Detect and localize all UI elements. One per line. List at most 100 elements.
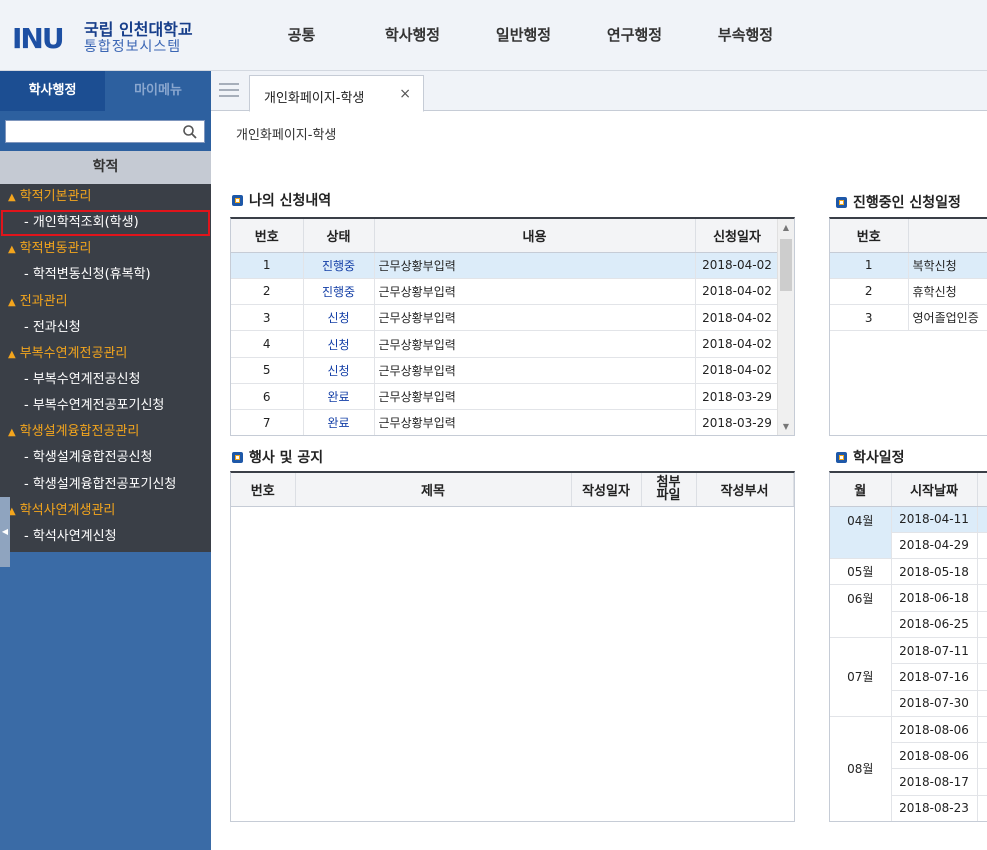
table-row[interactable]: 07월 2018-07-11: [830, 637, 987, 717]
sidebar-item-11[interactable]: - 학생설계융합전공포기신청: [0, 472, 211, 498]
bullet-icon: [232, 195, 243, 206]
sidebar-item-1[interactable]: - 개인학적조회(학생): [1, 210, 210, 237]
cell-number: 2: [830, 278, 909, 306]
table-row[interactable]: 1 진행중 근무상황부입력 2018-04-02: [231, 252, 780, 279]
col-header-number[interactable]: 번호: [231, 473, 296, 507]
sidebar-group-label: 학석사연계생관리: [19, 503, 116, 519]
scroll-up-icon[interactable]: ▲: [778, 221, 794, 235]
cell-name: 영어졸업인증: [908, 304, 987, 332]
academic-calendar-table: 월 시작날짜 04월 2018-04-11 2018-04-29 05월 2018-05…: [830, 473, 987, 821]
cell-status[interactable]: 진행중: [303, 252, 375, 279]
sidebar-search: [0, 111, 211, 151]
scroll-down-icon[interactable]: ▼: [778, 420, 794, 434]
cell-number: 3: [830, 304, 909, 332]
top-navigation: 공통 학사행정 일반행정 연구행정 부속행정: [246, 0, 801, 71]
cell-date: 2018-04-02: [695, 252, 780, 279]
triangle-up-icon: ▲: [8, 296, 16, 308]
cell-content: 근무상황부입력: [374, 409, 696, 435]
sidebar-item-7[interactable]: - 부복수연계전공신청: [0, 367, 211, 393]
sidebar-group-label: 부복수연계전공관리: [19, 345, 128, 361]
sidebar-group-12[interactable]: ▲ 학석사연계생관리: [0, 498, 211, 524]
cell-status[interactable]: 신청: [303, 304, 375, 332]
table-row[interactable]: 6 완료 근무상황부입력 2018-03-29: [231, 383, 780, 411]
cell-status[interactable]: 진행중: [303, 278, 375, 306]
sidebar-group-label: 전과관리: [19, 293, 68, 309]
sidebar-group-4[interactable]: ▲ 전과관리: [0, 289, 211, 315]
cell-start-date: 2018-08-06: [891, 716, 978, 744]
cell-date: 2018-03-29: [695, 409, 780, 435]
sidebar-item-10[interactable]: - 학생설계융합전공신청: [0, 445, 211, 471]
cell-status[interactable]: 신청: [303, 357, 375, 384]
table-row[interactable]: 05월 2018-05-18: [830, 558, 987, 586]
search-input[interactable]: [6, 121, 176, 142]
table-row[interactable]: 08월 2018-08-06: [830, 716, 987, 821]
col-header-start-date[interactable]: 시작날짜: [891, 473, 978, 507]
table-row[interactable]: 1 복학신청: [830, 252, 987, 279]
sidebar-tab-academic[interactable]: 학사행정: [0, 71, 105, 111]
cell-start-date: 2018-04-29: [891, 532, 978, 560]
nav-affiliated-admin[interactable]: 부속행정: [690, 0, 801, 71]
academic-calendar-panel: 월 시작날짜 04월 2018-04-11 2018-04-29 05월 2018-05…: [829, 471, 987, 822]
col-header-content[interactable]: 내용: [374, 219, 696, 253]
events-title: 행사 및 공지: [232, 447, 323, 467]
col-header-number[interactable]: 번호: [231, 219, 304, 253]
col-header-written-date[interactable]: 작성일자: [571, 473, 642, 507]
cell-date: 2018-04-02: [695, 304, 780, 332]
nav-research-admin[interactable]: 연구행정: [579, 0, 690, 71]
sidebar-item-5[interactable]: - 전과신청: [0, 315, 211, 341]
sidebar-tab-my-menu[interactable]: 마이메뉴: [105, 71, 211, 111]
table-row[interactable]: 7 완료 근무상황부입력 2018-03-29: [231, 409, 780, 435]
col-header-month[interactable]: 월: [830, 473, 892, 507]
col-header-name[interactable]: [908, 219, 987, 253]
tab-personal-page[interactable]: 개인화페이지-학생 ×: [249, 75, 424, 112]
col-header-number[interactable]: 번호: [830, 219, 909, 253]
cell-name: 휴학신청: [908, 278, 987, 306]
app-header: INU 국립 인천대학교 통합정보시스템 공통 학사행정 일반행정 연구행정 부…: [0, 0, 987, 71]
col-header-attachment[interactable]: 첨부 파일: [641, 473, 697, 507]
table-row[interactable]: 2 진행중 근무상황부입력 2018-04-02: [231, 278, 780, 306]
table-row[interactable]: 3 영어졸업인증: [830, 304, 987, 332]
cell-status[interactable]: 완료: [303, 409, 375, 435]
col-header-status[interactable]: 상태: [303, 219, 375, 253]
cell-number: 5: [231, 357, 304, 384]
col-header-title[interactable]: 제목: [295, 473, 572, 507]
table-row[interactable]: 04월 2018-04-11: [830, 506, 987, 560]
sidebar-group-2[interactable]: ▲ 학적변동관리: [0, 236, 211, 262]
sidebar-collapse-handle[interactable]: ◀: [0, 497, 10, 567]
search-box: [5, 120, 205, 143]
col-header-date[interactable]: 신청일자: [695, 219, 780, 253]
cell-status[interactable]: 신청: [303, 330, 375, 358]
sidebar-item-8[interactable]: - 부복수연계전공포기신청: [0, 393, 211, 419]
cell-name: 복학신청: [908, 252, 987, 279]
nav-common[interactable]: 공통: [246, 0, 357, 71]
sidebar-group-0[interactable]: ▲ 학적기본관리: [0, 184, 211, 210]
cell-number: 7: [231, 409, 304, 435]
close-icon[interactable]: ×: [399, 86, 411, 102]
table-row[interactable]: 06월 2018-06-18: [830, 584, 987, 638]
table-row[interactable]: 2 휴학신청: [830, 278, 987, 306]
nav-academic-admin[interactable]: 학사행정: [357, 0, 468, 71]
cell-date: 2018-03-29: [695, 383, 780, 411]
table-row[interactable]: 4 신청 근무상황부입력 2018-04-02: [231, 330, 780, 358]
table-row[interactable]: 3 신청 근무상황부입력 2018-04-02: [231, 304, 780, 332]
sidebar-item-13[interactable]: - 학석사연계신청: [0, 524, 211, 550]
cell-status[interactable]: 완료: [303, 383, 375, 411]
cell-number: 4: [231, 330, 304, 358]
sidebar-group-9[interactable]: ▲ 학생설계융합전공관리: [0, 419, 211, 445]
scroll-thumb[interactable]: [780, 239, 792, 291]
sidebar-item-3[interactable]: - 학적변동신청(휴복학): [0, 262, 211, 288]
cell-extra: [977, 690, 987, 717]
search-icon[interactable]: [182, 124, 198, 140]
cell-start-date: 2018-06-25: [891, 611, 978, 638]
col-header-department[interactable]: 작성부서: [696, 473, 794, 507]
cell-content: 근무상황부입력: [374, 278, 696, 306]
bullet-icon: [836, 452, 847, 463]
university-logo[interactable]: INU 국립 인천대학교 통합정보시스템: [12, 14, 202, 58]
sidebar-group-6[interactable]: ▲ 부복수연계전공관리: [0, 341, 211, 367]
hamburger-menu-icon[interactable]: [219, 83, 239, 99]
logo-name-line2: 통합정보시스템: [84, 39, 182, 55]
cell-date: 2018-04-02: [695, 357, 780, 384]
table-row[interactable]: 5 신청 근무상황부입력 2018-04-02: [231, 357, 780, 384]
my-applications-scrollbar[interactable]: ▲ ▼: [777, 219, 794, 435]
nav-general-admin[interactable]: 일반행정: [468, 0, 579, 71]
